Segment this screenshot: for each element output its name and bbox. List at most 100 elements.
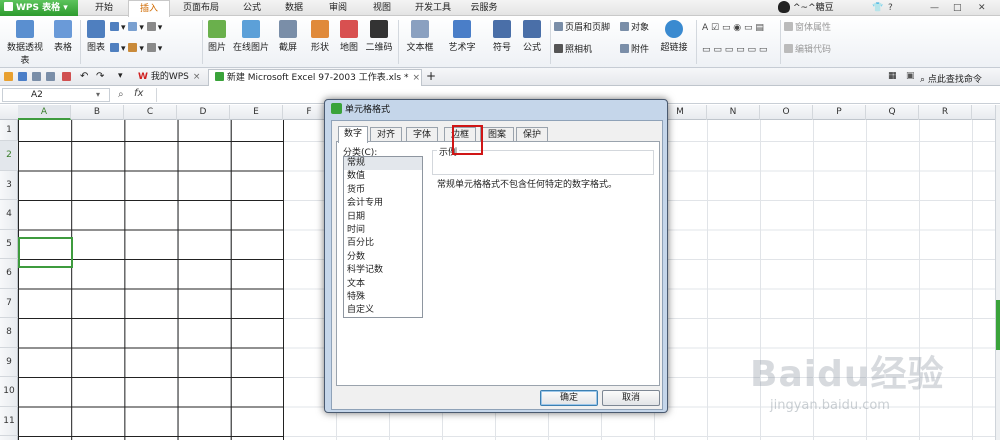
row-header-5[interactable]: 5 [0,230,18,259]
dialog-title-bar[interactable]: 单元格格式 [331,103,390,117]
qrcode-button[interactable]: 二维码 [364,20,394,53]
menu-tab-view[interactable]: 视图 [362,0,402,16]
row-header-1[interactable]: 1 [0,120,18,141]
pdf-icon[interactable] [62,72,71,81]
list-item[interactable]: 日期 [344,211,422,224]
sidebar-toggle-icon[interactable]: ▣ [906,71,915,81]
redo-icon[interactable]: ↷ [96,71,104,82]
side-panel-handle[interactable] [996,300,1000,350]
fx-button[interactable]: fx [134,88,143,99]
list-item[interactable]: 自定义 [344,304,422,317]
search-command[interactable]: ⌕ 点此查找命令 [920,72,982,85]
form-controls-row-2[interactable]: ▭ ▭ ▭ ▭ ▭ ▭ [702,44,767,56]
help-icon[interactable]: ? [888,1,893,15]
app-menu-button[interactable]: WPS 表格 ▾ [0,0,78,16]
minimize-icon[interactable]: — [930,1,939,15]
menu-tab-insert[interactable]: 插入 [128,0,170,17]
form-properties-button[interactable]: 窗体属性 [784,22,831,34]
chart-type-buttons-2[interactable]: ▾ ▾ ▾ [110,43,162,55]
shapes-button[interactable]: 形状 [306,20,334,53]
row-header-9[interactable]: 9 [0,348,18,377]
print-icon[interactable] [32,72,41,81]
pivot-table-button[interactable]: 数据透视表 [3,20,47,66]
save-icon[interactable] [18,72,27,81]
formula-button[interactable]: 公式 [520,20,544,53]
list-item[interactable]: 数值 [344,170,422,183]
column-header-q[interactable]: Q [866,105,919,120]
column-header-a[interactable]: A [18,105,71,120]
tab-my-wps[interactable]: W 我的WPS × [132,69,206,86]
user-account[interactable]: ^~^糖豆 [778,0,834,16]
picture-button[interactable]: 图片 [206,20,228,53]
chart-button[interactable]: 图表 [84,20,108,53]
close-tab-icon[interactable]: × [412,73,420,83]
name-box[interactable]: A2 [2,88,110,102]
screenshot-button[interactable]: 截屏 [274,20,302,53]
hyperlink-button[interactable]: 超链接 [658,20,690,53]
menu-tab-review[interactable]: 审阅 [318,0,358,16]
object-button[interactable]: 对象 [620,22,649,34]
open-icon[interactable] [4,72,13,81]
maximize-icon[interactable]: □ [953,1,962,15]
chart-type-buttons[interactable]: ▾ ▾ ▾ [110,22,162,34]
tab-number[interactable]: 数字 [338,126,368,143]
attachment-button[interactable]: 附件 [620,44,649,56]
vertical-scrollbar[interactable] [995,105,1000,440]
cancel-button[interactable]: 取消 [602,390,660,406]
row-header-2[interactable]: 2 [0,141,18,171]
row-header-6[interactable]: 6 [0,259,18,289]
list-item[interactable]: 特殊 [344,291,422,304]
add-tab-button[interactable]: + [426,69,436,83]
list-item[interactable]: 文本 [344,278,422,291]
row-header-10[interactable]: 10 [0,377,18,407]
list-item[interactable]: 百分比 [344,237,422,250]
wordart-button[interactable]: 艺术字 [442,20,482,53]
edit-code-button[interactable]: 编辑代码 [784,44,831,56]
column-header-b[interactable]: B [71,105,124,120]
list-item[interactable]: 货币 [344,184,422,197]
row-header-3[interactable]: 3 [0,171,18,200]
list-item[interactable]: 常规 [344,157,422,171]
print-preview-icon[interactable] [46,72,55,81]
menu-tab-page-layout[interactable]: 页面布局 [172,0,230,16]
tab-workbook[interactable]: 新建 Microsoft Excel 97-2003 工作表.xls * × [208,69,422,86]
tab-protection[interactable]: 保护 [516,127,548,142]
list-item[interactable]: 分数 [344,251,422,264]
close-icon[interactable]: ✕ [978,1,986,15]
name-box-dropdown-icon[interactable]: ▾ [96,90,100,99]
textbox-button[interactable]: 文本框 [402,20,438,53]
zoom-icon[interactable]: ⌕ [118,89,124,100]
tab-pattern[interactable]: 图案 [480,127,514,142]
menu-tab-data[interactable]: 数据 [274,0,314,16]
tab-font[interactable]: 字体 [406,127,438,142]
column-header-n[interactable]: N [707,105,760,120]
undo-icon[interactable]: ↶ [80,71,88,82]
column-header-r[interactable]: R [919,105,972,120]
active-cell-a2[interactable] [18,237,73,268]
row-header-8[interactable]: 8 [0,318,18,348]
menu-tab-formula[interactable]: 公式 [232,0,272,16]
close-tab-icon[interactable]: × [193,72,201,82]
skin-icon[interactable]: 👕 [872,1,883,15]
table-button[interactable]: 表格 [50,20,76,53]
column-header-d[interactable]: D [177,105,230,120]
online-picture-button[interactable]: 在线图片 [232,20,270,53]
row-header-7[interactable]: 7 [0,289,18,318]
column-header-c[interactable]: C [124,105,177,120]
list-item[interactable]: 科学记数 [344,264,422,277]
menu-tab-cloud[interactable]: 云服务 [462,0,506,16]
symbol-button[interactable]: 符号 [488,20,516,53]
list-item[interactable]: 时间 [344,224,422,237]
map-button[interactable]: 地图 [338,20,360,53]
tab-alignment[interactable]: 对齐 [370,127,402,142]
category-list[interactable]: 常规 数值 货币 会计专用 日期 时间 百分比 分数 科学记数 文本 特殊 自定… [343,156,423,318]
menu-tab-developer[interactable]: 开发工具 [406,0,460,16]
layout-icon[interactable]: ▦ [888,71,897,81]
list-item[interactable]: 会计专用 [344,197,422,210]
menu-tab-home[interactable]: 开始 [82,0,126,16]
column-header-e[interactable]: E [230,105,283,120]
chevron-down-icon[interactable]: ▾ [118,71,123,81]
header-footer-button[interactable]: 页眉和页脚 [554,22,610,34]
row-header-11[interactable]: 11 [0,407,18,436]
column-header-o[interactable]: O [760,105,813,120]
